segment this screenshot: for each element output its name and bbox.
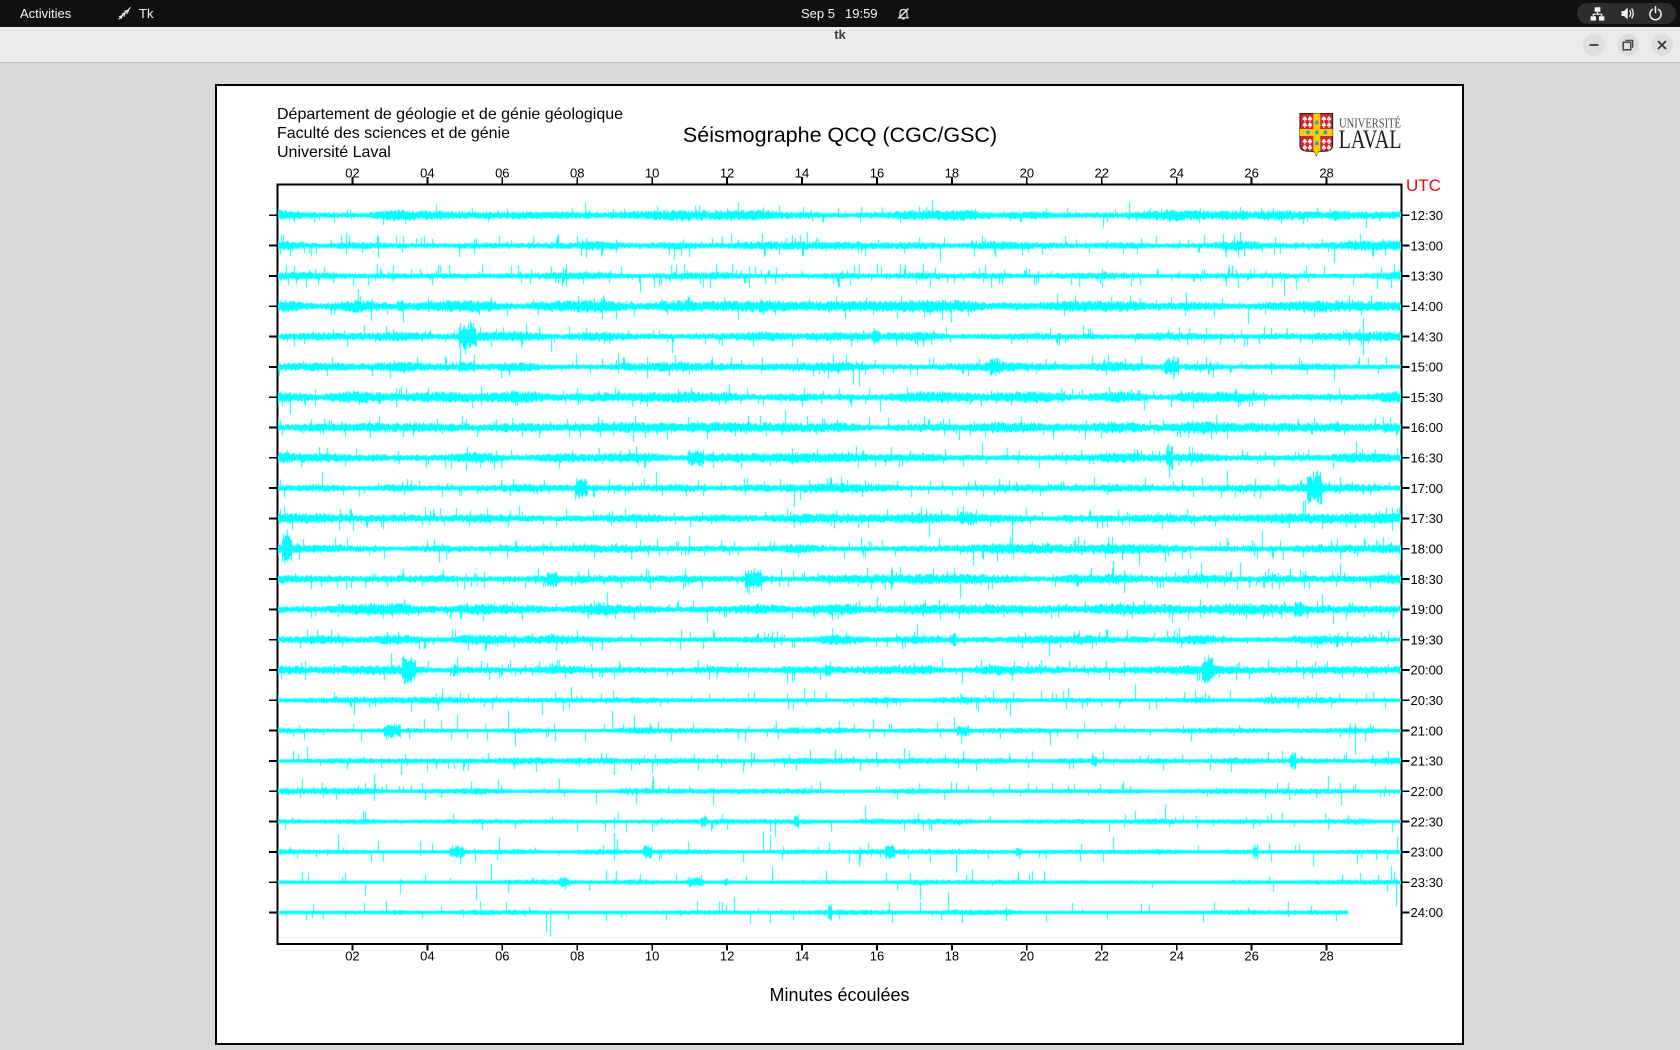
svg-text:08: 08	[570, 948, 584, 963]
svg-text:24: 24	[1169, 948, 1183, 963]
svg-text:19:00: 19:00	[1411, 602, 1444, 617]
svg-text:15:00: 15:00	[1411, 360, 1444, 375]
svg-text:16:30: 16:30	[1411, 451, 1444, 466]
svg-text:10: 10	[645, 948, 659, 963]
svg-text:17:00: 17:00	[1411, 481, 1444, 496]
svg-text:18:00: 18:00	[1411, 541, 1444, 556]
svg-text:14:00: 14:00	[1411, 299, 1444, 314]
svg-text:28: 28	[1319, 165, 1333, 180]
svg-text:20: 20	[1020, 165, 1034, 180]
svg-text:22: 22	[1095, 165, 1109, 180]
svg-text:13:00: 13:00	[1411, 238, 1444, 253]
svg-text:18: 18	[945, 165, 959, 180]
svg-text:18: 18	[945, 948, 959, 963]
svg-text:12: 12	[720, 165, 734, 180]
svg-text:12: 12	[720, 948, 734, 963]
svg-text:21:00: 21:00	[1411, 723, 1444, 738]
svg-text:08: 08	[570, 165, 584, 180]
svg-text:20: 20	[1020, 948, 1034, 963]
svg-text:16: 16	[870, 165, 884, 180]
svg-text:UTC: UTC	[1406, 176, 1441, 195]
svg-text:26: 26	[1244, 948, 1258, 963]
svg-text:14: 14	[795, 165, 809, 180]
svg-text:16: 16	[870, 948, 884, 963]
svg-text:06: 06	[495, 165, 509, 180]
svg-text:22:00: 22:00	[1411, 784, 1444, 799]
svg-text:28: 28	[1319, 948, 1333, 963]
svg-text:17:30: 17:30	[1411, 511, 1444, 526]
svg-text:06: 06	[495, 948, 509, 963]
svg-text:22:30: 22:30	[1411, 814, 1444, 829]
svg-text:20:30: 20:30	[1411, 693, 1444, 708]
svg-text:02: 02	[345, 165, 359, 180]
svg-text:22: 22	[1095, 948, 1109, 963]
svg-text:23:30: 23:30	[1411, 875, 1444, 890]
svg-text:14: 14	[795, 948, 809, 963]
svg-text:15:30: 15:30	[1411, 390, 1444, 405]
svg-text:18:30: 18:30	[1411, 572, 1444, 587]
svg-text:19:30: 19:30	[1411, 632, 1444, 647]
svg-text:02: 02	[345, 948, 359, 963]
svg-text:21:30: 21:30	[1411, 754, 1444, 769]
svg-text:13:30: 13:30	[1411, 269, 1444, 284]
svg-text:04: 04	[420, 948, 434, 963]
svg-text:14:30: 14:30	[1411, 329, 1444, 344]
svg-text:23:00: 23:00	[1411, 845, 1444, 860]
svg-text:24:00: 24:00	[1411, 905, 1444, 920]
svg-text:10: 10	[645, 165, 659, 180]
svg-text:20:00: 20:00	[1411, 663, 1444, 678]
svg-text:04: 04	[420, 165, 434, 180]
svg-text:12:30: 12:30	[1411, 208, 1444, 223]
svg-text:26: 26	[1244, 165, 1258, 180]
svg-text:24: 24	[1169, 165, 1183, 180]
svg-text:16:00: 16:00	[1411, 420, 1444, 435]
